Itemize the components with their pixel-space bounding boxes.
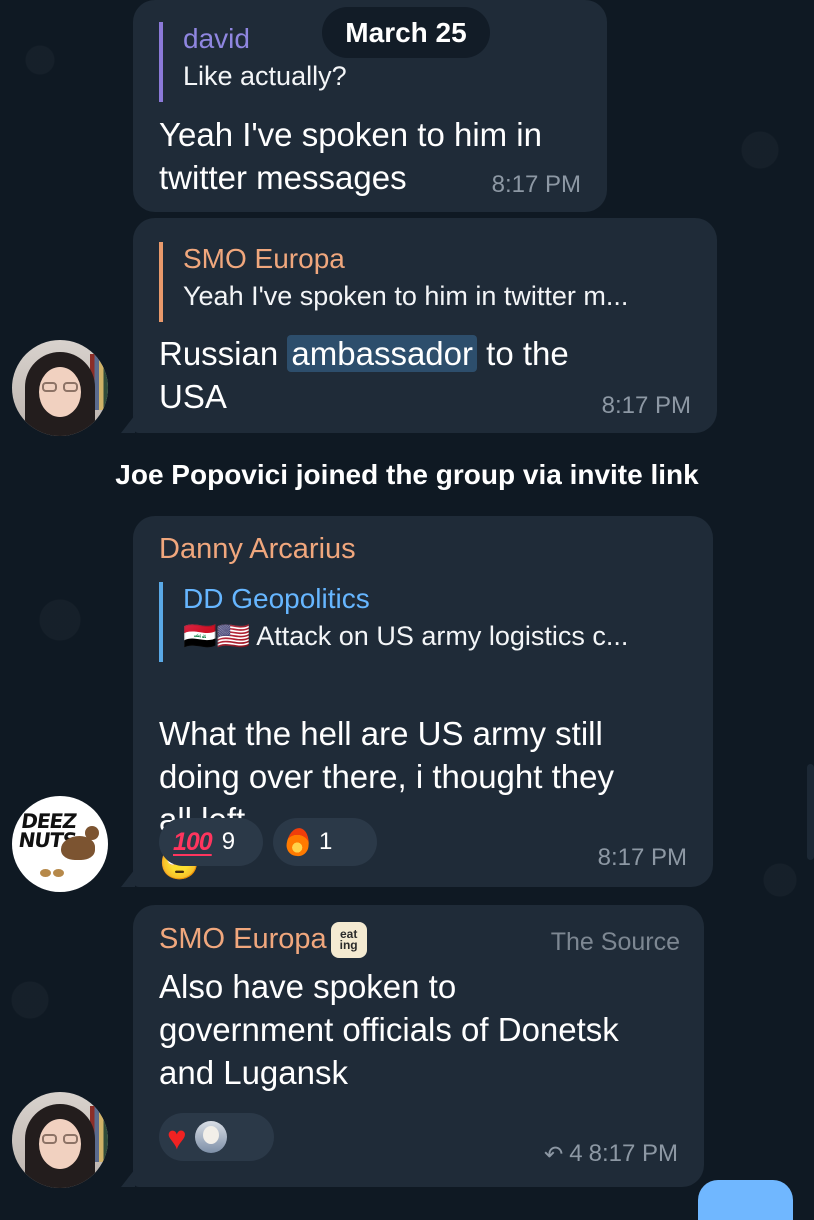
heart-reaction[interactable]: ♥ <box>159 1113 274 1161</box>
small-avatar-icon <box>194 1121 227 1153</box>
hundred-reaction[interactable]: 100 9 <box>159 818 263 866</box>
glasses-icon <box>39 382 81 394</box>
reply-sender-name: DD Geopolitics <box>183 583 370 614</box>
forward-count: 4 <box>569 1140 583 1167</box>
reply-preview-text: Yeah I've spoken to him in twitter m... <box>183 281 629 311</box>
forward-icon: ↶ <box>543 1140 564 1167</box>
sender-name[interactable]: Danny Arcarius <box>159 532 356 566</box>
nut-icon <box>40 869 51 877</box>
scroll-down-button[interactable] <box>698 1180 793 1220</box>
reaction-bar: ♥ <box>159 1113 274 1161</box>
eating-badge: eat ing <box>330 922 367 959</box>
reply-preview[interactable]: david Like actually? <box>159 22 347 102</box>
reaction-count: 9 <box>221 828 236 855</box>
reply-preview[interactable]: SMO Europa Yeah I've spoken to him in tw… <box>159 242 628 322</box>
message-bubble-2[interactable]: SMO Europa Yeah I've spoken to him in tw… <box>133 218 717 433</box>
user-avatar[interactable] <box>12 1092 108 1188</box>
flags-icon: 🇮🇶🇺🇸 <box>183 621 251 651</box>
source-label: The Source <box>550 928 680 956</box>
message-text: Russian ambassador to the USA <box>159 332 609 418</box>
reply-preview-text-content: Attack on US army logistics c... <box>256 621 629 651</box>
nut-icon <box>53 869 64 877</box>
squirrel-icon <box>61 826 99 860</box>
fire-icon <box>285 826 311 858</box>
message-time: 8:17 PM <box>597 844 687 871</box>
reply-preview-text: Like actually? <box>183 61 347 91</box>
100-icon: 100 <box>173 827 213 856</box>
reply-preview[interactable]: DD Geopolitics 🇮🇶🇺🇸 Attack on US army lo… <box>159 582 628 662</box>
message-text-before: Russian <box>159 335 288 372</box>
service-message: Joe Popovici joined the group via invite… <box>115 459 699 490</box>
date-chip: March 25 <box>322 7 490 58</box>
deez-nuts-avatar[interactable]: DEEZ NUTS <box>12 796 108 892</box>
sender-name[interactable]: SMO Europa eat ing <box>159 922 367 959</box>
message-text: Also have spoken to government officials… <box>159 968 619 1091</box>
forward-info[interactable]: ↶ 4 8:17 PM <box>544 1141 678 1167</box>
highlighted-word: ambassador <box>287 335 477 372</box>
message-bubble-4[interactable]: SMO Europa eat ing The Source Also have s… <box>133 905 704 1187</box>
user-avatar[interactable] <box>12 340 108 436</box>
reply-sender-name: SMO Europa <box>183 243 345 274</box>
message-time: 8:17 PM <box>588 1140 678 1167</box>
reaction-bar: 100 9 1 <box>159 818 377 866</box>
glasses-icon <box>39 1134 81 1146</box>
message-bubble-3[interactable]: Danny Arcarius DD Geopolitics 🇮🇶🇺🇸 Attac… <box>133 516 713 887</box>
message-time: 8:17 PM <box>491 171 581 198</box>
reaction-count: 1 <box>319 828 333 855</box>
fire-reaction[interactable]: 1 <box>273 818 377 866</box>
partial-edge-item <box>807 764 814 860</box>
reply-preview-text: 🇮🇶🇺🇸 Attack on US army logistics c... <box>183 616 628 656</box>
message-time: 8:17 PM <box>601 392 691 419</box>
heart-icon: ♥ <box>167 1118 187 1156</box>
sender-name-text: SMO Europa <box>159 923 327 955</box>
